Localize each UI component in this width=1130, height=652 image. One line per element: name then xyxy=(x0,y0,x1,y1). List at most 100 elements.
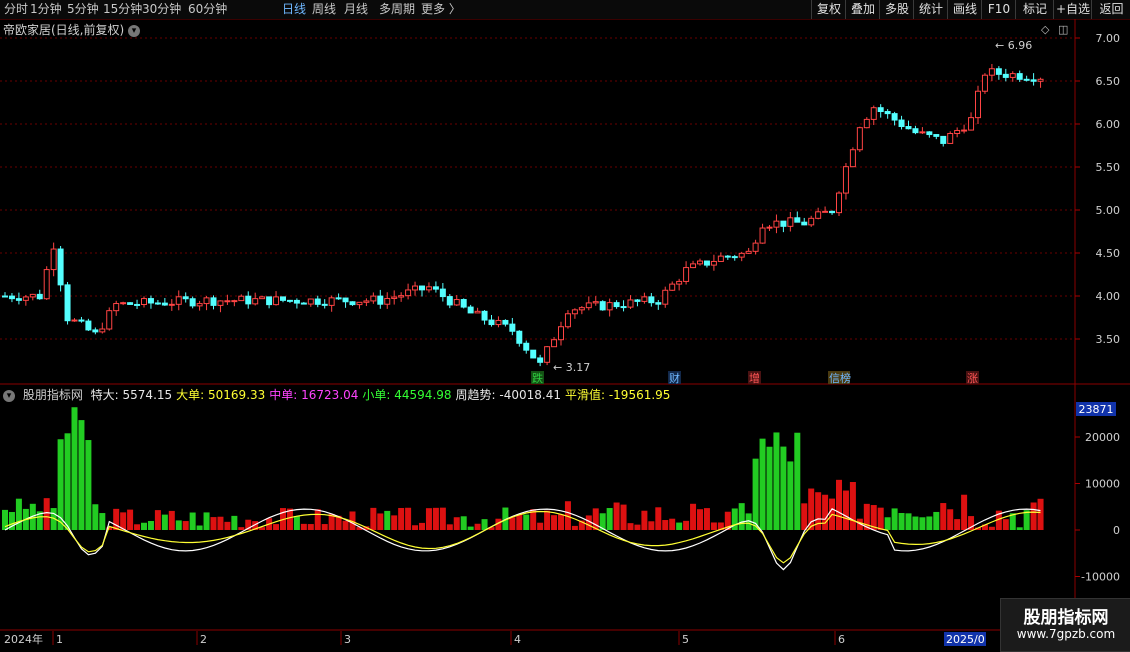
indicator-bar xyxy=(446,524,453,530)
candle-body xyxy=(808,217,815,226)
indicator-bar xyxy=(801,503,808,530)
candle-body xyxy=(613,302,620,308)
indicator-bar xyxy=(787,461,794,530)
current-value-label: 23871 xyxy=(1079,403,1114,416)
candle-body xyxy=(815,211,822,219)
indicator-bar xyxy=(551,515,558,530)
indicator-bar xyxy=(342,520,349,530)
price-tick-label: 5.50 xyxy=(1096,161,1121,174)
candle-body xyxy=(147,298,154,304)
indicator-bar xyxy=(460,516,467,530)
candle-body xyxy=(495,319,502,326)
candle-body xyxy=(516,330,523,344)
candle-body xyxy=(690,263,697,269)
candle-body xyxy=(558,326,564,341)
candle-body xyxy=(891,113,898,121)
candle-body xyxy=(266,296,273,306)
indicator-bar xyxy=(71,407,78,530)
indicator-bar xyxy=(912,516,919,530)
event-tag-label: 财 xyxy=(669,371,680,385)
candle-body xyxy=(280,296,286,301)
candle-body xyxy=(453,299,460,306)
price-tick-label: 6.00 xyxy=(1096,118,1121,131)
indicator-bar xyxy=(314,509,321,530)
candle-body xyxy=(620,306,627,309)
candle-body xyxy=(328,297,335,306)
candle-body xyxy=(300,302,307,305)
indicator-bar xyxy=(147,520,154,530)
candle-body xyxy=(933,134,940,137)
time-end-label: 2025/0 xyxy=(946,633,985,646)
candle-body xyxy=(544,346,551,363)
candle-body xyxy=(842,166,849,194)
candle-body xyxy=(252,298,259,305)
candle-body xyxy=(822,210,829,213)
candle-body xyxy=(488,319,495,326)
candle-body xyxy=(377,295,384,305)
indicator-bar xyxy=(634,524,641,530)
indicator-bar xyxy=(794,432,801,530)
indicator-bar xyxy=(752,458,759,530)
candle-body xyxy=(231,300,238,303)
price-tick-label: 6.50 xyxy=(1096,75,1121,88)
price-tick-label: 3.50 xyxy=(1096,333,1121,346)
indicator-bar xyxy=(391,515,398,530)
candle-body xyxy=(856,127,863,151)
indicator-bar xyxy=(154,510,161,530)
candle-body xyxy=(120,302,127,305)
candle-body xyxy=(92,329,99,333)
indicator-bar xyxy=(377,513,384,530)
indicator-bar xyxy=(558,514,564,530)
watermark: 股朋指标网 www.7gpzb.com xyxy=(1000,598,1130,652)
candle-body xyxy=(961,129,968,132)
kline-chart[interactable]: 7.00 6.50 6.00 5.50 5.00 4.50 4.00 3.50 ← 6.96 ← … xyxy=(0,0,1130,650)
candle-body xyxy=(947,133,954,144)
indicator-bar xyxy=(307,524,314,530)
indicator-bar xyxy=(641,510,648,530)
chevron-down-icon[interactable]: ▾ xyxy=(3,389,15,402)
candle-body xyxy=(217,300,224,306)
candle-body xyxy=(57,248,64,286)
indicator-bar xyxy=(203,512,210,530)
indicator-bar xyxy=(933,511,940,530)
indicator-bar xyxy=(210,517,217,530)
candle-body xyxy=(481,310,488,321)
candle-body xyxy=(988,68,995,76)
candle-body xyxy=(1002,73,1009,78)
candle-body xyxy=(175,296,182,305)
indicator-field-周趋势: 周趋势: -40018.41 xyxy=(455,388,561,402)
candle-body xyxy=(127,302,134,305)
candle-body xyxy=(836,192,842,214)
indicator-bar xyxy=(926,516,933,530)
indicator-bar xyxy=(370,507,377,530)
candle-body xyxy=(599,301,606,311)
candle-body xyxy=(905,126,912,130)
candle-body xyxy=(363,300,370,303)
candle-body xyxy=(1030,79,1037,82)
indicator-bar xyxy=(1002,519,1009,530)
indicator-header: ▾ 股朋指标网 特大: 5574.15 大单: 50169.33 中单: 16723… xyxy=(3,386,678,403)
candle-body xyxy=(787,217,794,227)
candle-body xyxy=(870,107,877,120)
candle-body xyxy=(425,286,432,291)
indicator-bar xyxy=(419,522,425,530)
indicator-bar xyxy=(613,502,620,530)
indicator-bar xyxy=(141,522,147,530)
price-tick-label: 4.00 xyxy=(1096,290,1121,303)
indicator-bar xyxy=(703,508,710,530)
candle-body xyxy=(446,296,453,306)
indicator-bar xyxy=(1037,498,1044,530)
indicator-bar xyxy=(891,508,898,530)
candle-body xyxy=(210,297,217,306)
indicator-bar xyxy=(988,526,995,530)
candle-body xyxy=(829,210,836,214)
candle-body xyxy=(968,117,975,131)
event-tag-label: 涨 xyxy=(967,372,978,385)
indicator-bar xyxy=(669,518,676,530)
indicator-bar xyxy=(238,527,245,530)
indicator-bar xyxy=(961,494,968,530)
low-price-label: ← 3.17 xyxy=(553,361,590,374)
event-tag-label: 增 xyxy=(749,371,760,385)
candle-body xyxy=(439,288,446,298)
indicator-bar xyxy=(884,517,891,530)
